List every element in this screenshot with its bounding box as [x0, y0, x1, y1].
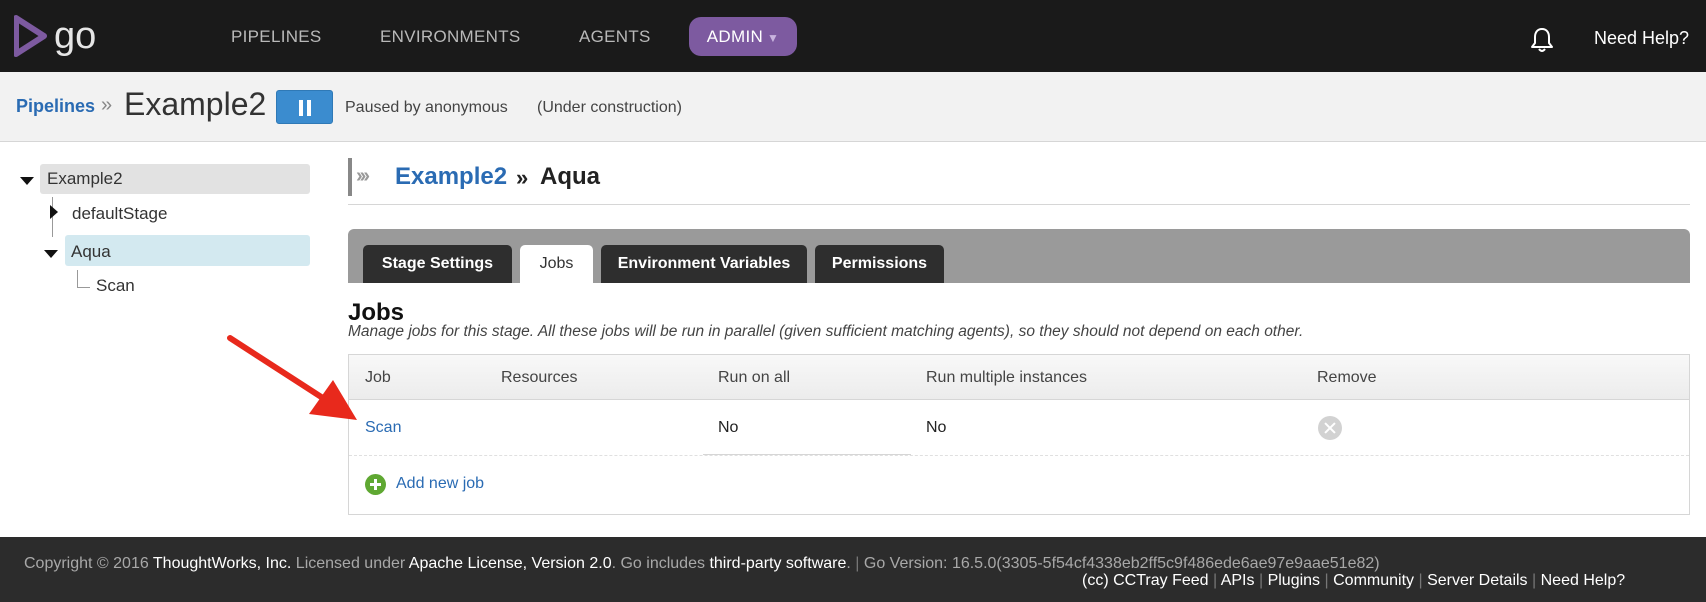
company-link[interactable]: ThoughtWorks, Inc. — [153, 555, 291, 572]
column-header-remove: Remove — [1317, 369, 1377, 386]
plugins-link[interactable]: Plugins — [1268, 572, 1320, 589]
job-link-scan[interactable]: Scan — [365, 419, 401, 437]
pause-icon — [299, 100, 303, 116]
cctray-feed-link[interactable]: (cc) CCTray Feed — [1082, 572, 1209, 589]
need-help-link[interactable]: Need Help? — [1594, 28, 1689, 49]
stage-separator: » — [516, 165, 529, 190]
nav-pipelines[interactable]: PIPELINES — [231, 27, 322, 47]
admin-menu-button[interactable]: ADMIN ▼ — [689, 17, 797, 56]
stage-header-marker — [348, 158, 352, 196]
go-logo[interactable]: go — [14, 14, 114, 58]
go-version-text: Go Version: 16.5.0(3305-5f54cf4338eb2ff5… — [863, 555, 1380, 572]
row-divider — [349, 455, 1689, 456]
paused-by-text: Paused by anonymous — [345, 99, 508, 116]
tab-jobs[interactable]: Jobs — [520, 245, 593, 283]
chevrons-right-icon: ››› — [356, 165, 370, 187]
licensed-text: Licensed under — [295, 555, 406, 572]
sidebar-stage-aqua-label[interactable]: Aqua — [71, 242, 111, 262]
go-includes-text: . Go includes — [611, 555, 705, 572]
footer-copyright: Copyright © 2016 ThoughtWorks, Inc. Lice… — [24, 555, 1380, 572]
expand-icon[interactable] — [50, 205, 58, 219]
add-icon[interactable] — [365, 474, 386, 495]
column-header-resources: Resources — [501, 369, 578, 386]
logo-text: go — [54, 15, 96, 57]
stage-name: Aqua — [540, 163, 600, 190]
tab-environment-variables[interactable]: Environment Variables — [601, 245, 807, 283]
breadcrumb-pipelines-link[interactable]: Pipelines — [16, 96, 95, 117]
add-new-job-link[interactable]: Add new job — [396, 475, 484, 493]
license-link[interactable]: Apache License, Version 2.0 — [409, 555, 612, 572]
footer-links: (cc) CCTray Feed | APIs | Plugins | Comm… — [1082, 572, 1626, 589]
column-header-run-multiple: Run multiple instances — [926, 369, 1087, 386]
sidebar-stage-defaultstage[interactable]: defaultStage — [72, 204, 167, 224]
sidebar-pipeline-label[interactable]: Example2 — [47, 169, 123, 189]
cell-run-on-all: No — [718, 419, 739, 436]
status-text: (Under construction) — [537, 99, 682, 116]
column-header-job: Job — [365, 369, 391, 386]
pause-button[interactable] — [276, 90, 333, 124]
admin-label: ADMIN — [706, 27, 764, 46]
section-description: Manage jobs for this stage. All these jo… — [348, 323, 1304, 340]
footer-need-help-link[interactable]: Need Help? — [1541, 572, 1626, 589]
collapse-icon[interactable] — [20, 177, 34, 185]
tree-connector — [77, 287, 90, 288]
nav-agents[interactable]: AGENTS — [579, 27, 651, 47]
column-header-run-on-all: Run on all — [718, 369, 791, 386]
nav-environments[interactable]: ENVIRONMENTS — [380, 27, 521, 47]
server-details-link[interactable]: Server Details — [1427, 572, 1527, 589]
breadcrumb-separator: » — [101, 94, 113, 116]
sidebar-job-scan[interactable]: Scan — [96, 276, 135, 296]
remove-icon[interactable] — [1318, 416, 1342, 440]
third-party-link[interactable]: third-party software — [709, 555, 846, 572]
chevron-down-icon: ▼ — [767, 31, 780, 45]
collapse-icon[interactable] — [44, 250, 58, 258]
cell-underline — [703, 454, 911, 455]
apis-link[interactable]: APIs — [1221, 572, 1255, 589]
bell-icon[interactable] — [1528, 26, 1556, 54]
annotation-arrow-icon — [227, 335, 357, 420]
divider — [348, 204, 1690, 205]
tab-stage-settings[interactable]: Stage Settings — [363, 245, 512, 283]
tree-connector — [77, 270, 78, 287]
copyright-text: Copyright © 2016 — [24, 555, 149, 572]
stage-pipeline-link[interactable]: Example2 — [395, 163, 507, 191]
cell-run-multiple: No — [926, 419, 947, 436]
community-link[interactable]: Community — [1333, 572, 1414, 589]
tab-permissions[interactable]: Permissions — [815, 245, 944, 283]
page-title: Example2 — [124, 86, 267, 122]
